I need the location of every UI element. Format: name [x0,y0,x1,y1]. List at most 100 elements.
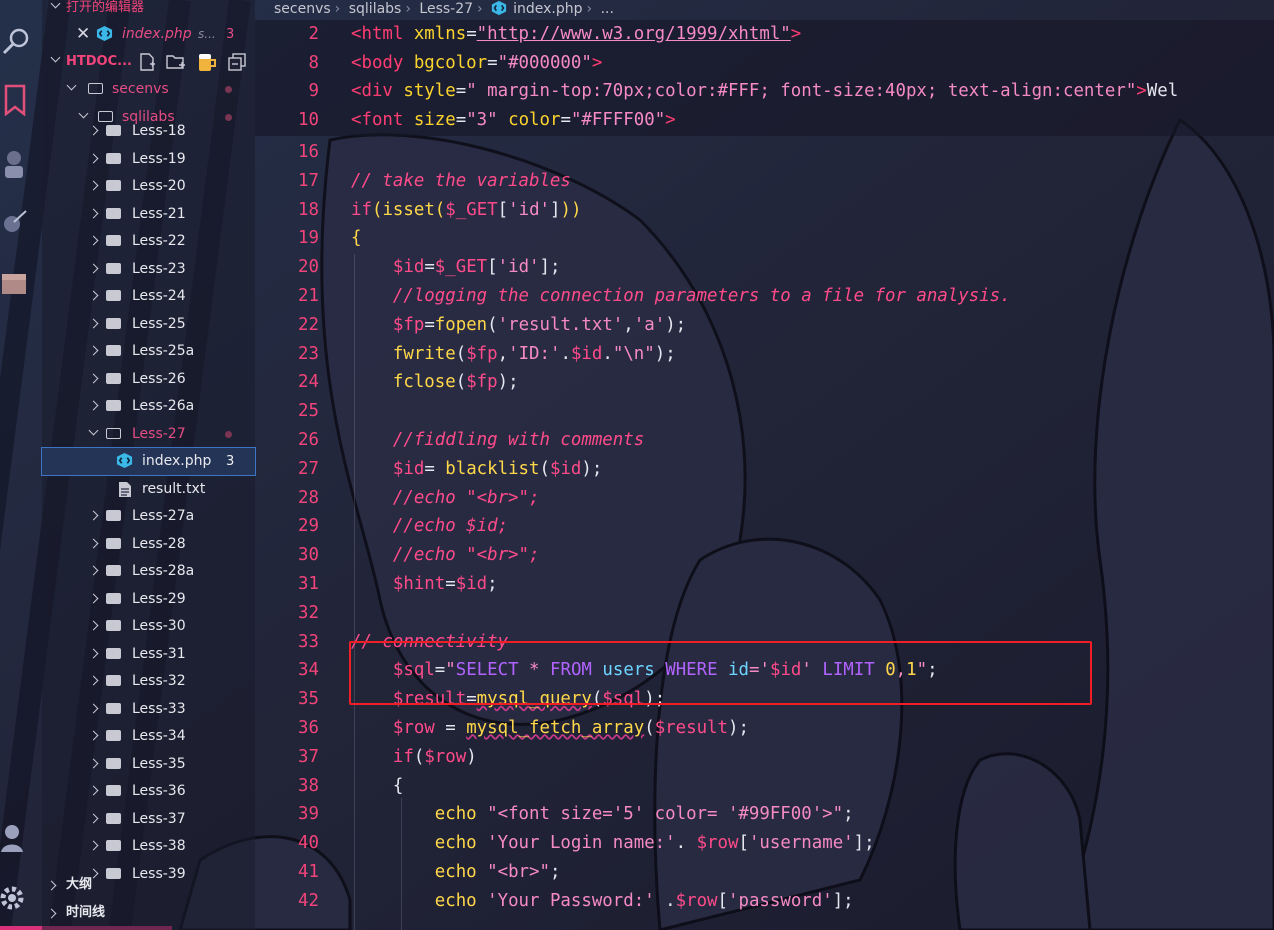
code-line[interactable]: // take the variables [351,171,571,191]
folder-label: Less-30 [132,618,186,634]
folder-item[interactable]: Less-29 [42,586,255,613]
file-item[interactable]: result.txt [42,476,255,503]
account-icon[interactable] [0,822,32,854]
code-line[interactable]: $id=$_GET['id']; [351,257,561,277]
bookmark-icon[interactable] [0,84,32,116]
code-line[interactable]: //fiddling with comments [351,430,644,450]
open-editors-header[interactable]: 打开的编辑器 [42,0,255,21]
code-line[interactable]: //echo $id; [351,516,508,536]
folder-item[interactable]: Less-37 [42,806,255,833]
code-token: = [445,574,456,594]
satellite-icon[interactable] [0,206,32,238]
code-line[interactable]: echo "<font size='5' color= '#99FF00'>"; [351,804,854,824]
folder-item[interactable]: Less-32 [42,668,255,695]
folder-icon [106,510,121,521]
folder-item[interactable]: Less-30 [42,613,255,640]
code-line[interactable]: //logging the connection parameters to a… [351,286,1011,306]
folder-item[interactable]: Less-27 [42,421,255,448]
line-number: 36 [298,718,319,738]
code-editor[interactable]: 2 <html xmlns="http://www.w3.org/1999/xht… [255,0,1274,930]
code-token: ( [455,343,467,364]
code-token: ( [371,199,383,220]
open-editor-item[interactable]: ✕ index.php s... 3 [42,21,255,48]
new-file-icon[interactable] [138,53,156,71]
timeline-section[interactable]: 时间线 [42,900,255,926]
folder-item[interactable]: Less-35 [42,751,255,778]
folder-item[interactable]: Less-25a [42,338,255,365]
code-line[interactable]: if($row) [351,747,477,767]
line-number: 35 [298,689,319,710]
code-line[interactable]: $id= blacklist($id); [351,459,602,479]
code-line[interactable]: echo 'Your Password:' .$row['password']; [351,891,854,911]
workspace-header[interactable]: HTDOC... [42,48,255,75]
code-line[interactable]: if(isset($_GET['id'])) [351,200,581,220]
outline-section[interactable]: 大纲 [42,872,255,898]
extensions-box-icon[interactable] [0,266,32,298]
folder-item[interactable]: Less-18 [42,118,255,145]
code-line[interactable]: <body bgcolor="#000000"> [351,53,602,73]
folder-item[interactable]: Less-21 [42,201,255,228]
close-icon[interactable]: ✕ [76,21,90,48]
code-line[interactable]: $row = mysql_fetch_array($result); [351,718,749,738]
remote-explorer-icon[interactable] [0,148,32,180]
code-line[interactable]: <div style=" margin-top:70px;color:#FFF;… [351,81,1178,101]
folder-item[interactable]: Less-26 [42,366,255,393]
code-line[interactable]: <font size="3" color="#FFFF00"> [351,110,676,130]
code-line[interactable]: { [351,776,403,796]
new-folder-icon[interactable] [166,53,186,71]
code-token: style [403,81,456,102]
folder-label: Less-23 [132,260,186,277]
folder-icon [106,262,121,274]
folder-secenvs[interactable]: secenvs [42,76,255,103]
folder-label: Less-31 [132,645,186,662]
code-token: size [413,109,456,130]
folder-item[interactable]: Less-36 [42,778,255,805]
line-number: 42 [298,890,319,911]
folder-icon [106,400,121,411]
problems-badge: 3 [226,454,235,469]
folder-icon [106,372,121,384]
code-line[interactable]: $fp=fopen('result.txt','a'); [351,315,686,335]
code-token: echo [434,833,477,854]
folder-label: Less-26 [132,370,186,387]
code-line[interactable]: echo "<br>"; [351,862,561,882]
code-token: 'Your Password:' [487,890,655,911]
folder-item[interactable]: Less-34 [42,723,255,750]
folder-item[interactable]: Less-27a [42,503,255,530]
search-icon[interactable] [0,26,32,58]
code-line[interactable]: fclose($fp); [351,372,519,392]
code-token: $row [392,718,435,738]
code-line[interactable]: $hint=$id; [351,574,498,594]
folder-item[interactable]: Less-23 [42,256,255,283]
chevron-right-icon [88,153,99,163]
code-line[interactable]: { [351,228,361,248]
folder-item[interactable]: Less-26a [42,393,255,420]
folder-item[interactable]: Less-38 [42,833,255,860]
file-item[interactable]: index.php 3 [41,447,256,476]
folder-item[interactable]: Less-31 [42,641,255,668]
folder-item[interactable]: Less-19 [42,146,255,173]
folder-item[interactable]: Less-25 [42,311,255,338]
folder-item[interactable]: Less-28a [42,558,255,585]
code-line[interactable]: fwrite($fp,'ID:'.$id."\n"); [351,344,676,364]
collapse-all-icon[interactable] [228,53,246,71]
code-token: [ [717,890,728,911]
folder-item[interactable]: Less-20 [42,173,255,200]
code-token: { [392,775,404,796]
folder-item[interactable]: Less-24 [42,283,255,310]
code-token: <body [351,52,414,73]
code-line[interactable]: echo 'Your Login name:'. $row['username'… [351,833,875,853]
code-line[interactable]: <html xmlns="http://www.w3.org/1999/xhtm… [351,24,801,44]
code-line[interactable]: //echo "<br>"; [351,488,540,508]
code-token: "\n" [612,343,655,364]
folder-item[interactable]: Less-22 [42,228,255,255]
code-line[interactable]: //echo "<br>"; [351,545,540,565]
folder-item[interactable]: Less-33 [42,696,255,723]
chevron-right-icon [88,373,99,383]
beer-refresh-icon[interactable] [196,51,218,73]
folder-item[interactable]: Less-28 [42,531,255,558]
settings-gear-icon[interactable] [0,880,32,912]
